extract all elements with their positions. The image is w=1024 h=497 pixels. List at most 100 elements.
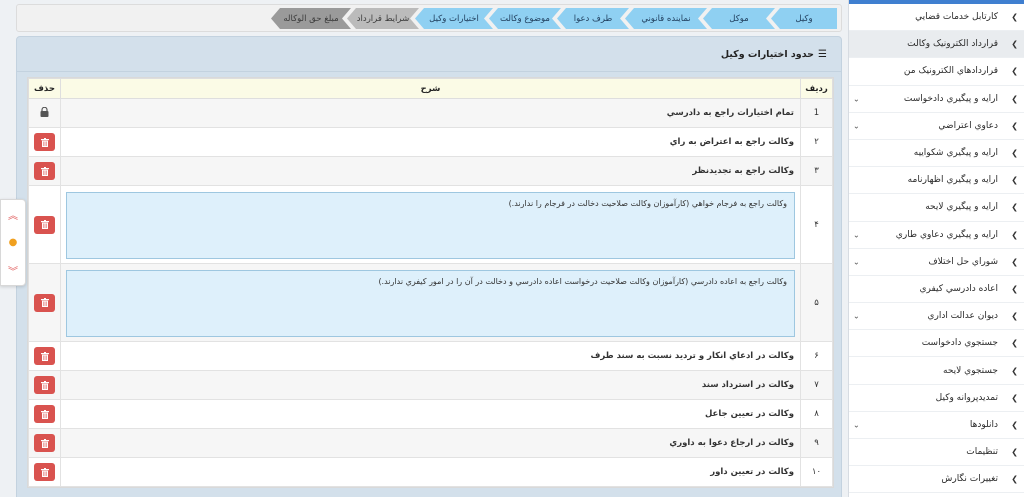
chevron-left-icon: ❮ bbox=[1011, 148, 1018, 158]
row-number: ۴ bbox=[800, 185, 833, 264]
sidebar-item[interactable]: جستجوي دادخواست ❮ bbox=[849, 330, 1024, 358]
sidebar-item[interactable]: ارايه و پيگيري دادخواست ❮ ⌄ bbox=[849, 86, 1024, 113]
scroll-up-icon[interactable]: ︽ bbox=[8, 207, 18, 222]
delete-button[interactable] bbox=[34, 133, 55, 151]
authority-description-textarea[interactable]: وکالت راجع به اعاده دادرسي (کارآموزان وک… bbox=[66, 269, 795, 337]
breadcrumb-step[interactable]: مبلغ حق الوکاله bbox=[271, 8, 351, 29]
table-row: ۸ وکالت در تعيين جاعل bbox=[28, 399, 833, 429]
table-row: ۵ وکالت راجع به اعاده دادرسي (کارآموزان و… bbox=[28, 263, 833, 342]
sidebar-item[interactable]: دعاوي اعتراضي ❮ ⌄ bbox=[849, 113, 1024, 140]
authority-description-textarea[interactable]: وکالت راجع به فرجام خواهي (کارآموزان وکا… bbox=[66, 191, 795, 259]
sidebar-item[interactable]: قرارداد الکترونيک وکالت ❮ bbox=[849, 31, 1024, 59]
chevron-left-icon: ❮ bbox=[1011, 230, 1018, 240]
breadcrumb-step-label: وکيل bbox=[795, 13, 813, 24]
sidebar-item[interactable]: شوراي حل اختلاف ❮ ⌄ bbox=[849, 249, 1024, 276]
sidebar-item[interactable]: ارايه و پيگيري دعاوي طاري ❮ ⌄ bbox=[849, 222, 1024, 249]
delete-button[interactable] bbox=[34, 347, 55, 365]
chevron-left-icon: ❮ bbox=[1011, 257, 1018, 267]
trash-icon bbox=[40, 380, 49, 390]
authority-panel: حدود اختيارات وکيل ☰ رديف شرح حذف 1 تمام … bbox=[16, 36, 842, 497]
trash-icon bbox=[40, 137, 49, 147]
breadcrumb-step-label: نماينده قانوني bbox=[641, 13, 691, 24]
authority-table: رديف شرح حذف 1 تمام اختيارات راجع به دادر… bbox=[27, 77, 834, 488]
sidebar-item[interactable]: دانلودها ❮ ⌄ bbox=[849, 412, 1024, 439]
row-description: وکالت در استرداد سند bbox=[60, 370, 801, 400]
chevron-left-icon: ❮ bbox=[1011, 474, 1018, 484]
row-action-cell bbox=[28, 457, 61, 487]
table-row: ۹ وکالت در ارجاع دعوا به داوري bbox=[28, 428, 833, 458]
sidebar-item[interactable]: تنظيمات ❮ bbox=[849, 439, 1024, 467]
trash-icon bbox=[40, 467, 49, 477]
scroll-down-icon[interactable]: ︾ bbox=[8, 263, 18, 278]
sidebar-item[interactable]: جستجوي لايحه ❮ bbox=[849, 357, 1024, 385]
delete-button[interactable] bbox=[34, 405, 55, 423]
breadcrumb-step[interactable]: طرف دعوا bbox=[557, 8, 629, 29]
row-description-cell: وکالت راجع به فرجام خواهي (کارآموزان وکا… bbox=[60, 185, 801, 264]
delete-button[interactable] bbox=[34, 434, 55, 452]
sidebar-item[interactable]: ارايه و پيگيري لايحه ❮ bbox=[849, 194, 1024, 222]
trash-icon bbox=[40, 166, 49, 176]
chevron-down-icon[interactable]: ⌄ bbox=[853, 230, 860, 239]
sidebar-item-label: ديوان عدالت اداري bbox=[927, 311, 998, 322]
chevron-left-icon: ❮ bbox=[1011, 12, 1018, 22]
sidebar-item[interactable]: تغييرات نگارش ❮ bbox=[849, 466, 1024, 494]
delete-button[interactable] bbox=[34, 376, 55, 394]
sidebar-item-label: جستجوي دادخواست bbox=[921, 338, 998, 349]
table-row: ۷ وکالت در استرداد سند bbox=[28, 370, 833, 400]
sidebar-item[interactable]: ارايه و پيگيري شکواييه ❮ bbox=[849, 140, 1024, 168]
delete-button[interactable] bbox=[34, 162, 55, 180]
row-action-cell bbox=[28, 399, 61, 429]
breadcrumb-step[interactable]: نماينده قانوني bbox=[625, 8, 707, 29]
panel-header: حدود اختيارات وکيل ☰ bbox=[17, 37, 841, 72]
chevron-down-icon[interactable]: ⌄ bbox=[853, 121, 860, 130]
sidebar-item-label: جستجوي لايحه bbox=[943, 365, 998, 376]
row-description: تمام اختيارات راجع به دادرسي bbox=[60, 98, 801, 128]
breadcrumb-step-label: اختيارات وکيل bbox=[429, 13, 479, 24]
sidebar-item[interactable]: ارايه و پيگيري اظهارنامه ❮ bbox=[849, 167, 1024, 195]
floating-toolbar: ︽ ● ︾ bbox=[0, 199, 26, 286]
sidebar-item[interactable]: کارتابل خدمات قضايي ❮ bbox=[849, 4, 1024, 32]
chevron-left-icon: ❮ bbox=[1011, 94, 1018, 104]
chevron-down-icon[interactable]: ⌄ bbox=[853, 420, 860, 429]
row-number: ۹ bbox=[800, 428, 833, 458]
row-number: 1 bbox=[800, 98, 833, 128]
chevron-left-icon: ❮ bbox=[1011, 175, 1018, 185]
breadcrumb-step[interactable]: وکيل bbox=[771, 8, 837, 29]
sidebar-item-label: تغييرات نگارش bbox=[941, 474, 998, 485]
breadcrumb-step[interactable]: اختيارات وکيل bbox=[415, 8, 493, 29]
breadcrumb-step[interactable]: شرايط قرارداد bbox=[347, 8, 419, 29]
sidebar-item-label: دعاوي اعتراضي bbox=[938, 120, 998, 131]
delete-button[interactable] bbox=[34, 215, 55, 234]
lock-icon bbox=[40, 106, 49, 117]
chevron-down-icon[interactable]: ⌄ bbox=[853, 312, 860, 321]
breadcrumb-step-label: مبلغ حق الوکاله bbox=[283, 13, 339, 24]
drop-icon[interactable]: ● bbox=[9, 237, 18, 248]
sidebar-item-label: تنظيمات bbox=[966, 447, 998, 458]
sidebar-item[interactable]: اعاده دادرسي کيفري ❮ bbox=[849, 276, 1024, 304]
sidebar-item-label: ارايه و پيگيري شکواييه bbox=[913, 148, 998, 159]
row-number: ۵ bbox=[800, 263, 833, 342]
sidebar-item[interactable]: ديوان عدالت اداري ❮ ⌄ bbox=[849, 303, 1024, 331]
breadcrumb-step[interactable]: موکل bbox=[703, 8, 775, 29]
chevron-left-icon: ❮ bbox=[1011, 121, 1018, 131]
delete-button[interactable] bbox=[34, 293, 55, 312]
table-row: ۴ وکالت راجع به فرجام خواهي (کارآموزان وک… bbox=[28, 185, 833, 264]
row-description: وکالت راجع به تجديدنظر bbox=[60, 156, 801, 186]
chevron-left-icon: ❮ bbox=[1011, 39, 1018, 49]
header-description: شرح bbox=[60, 78, 801, 99]
chevron-left-icon: ❮ bbox=[1011, 202, 1018, 212]
row-action-cell bbox=[28, 185, 61, 264]
row-description: وکالت در ادعاي انکار و ترديد نسبت به سند… bbox=[60, 341, 801, 371]
sidebar-item[interactable]: تمديدپروانه وکيل ❮ bbox=[849, 385, 1024, 412]
trash-icon bbox=[40, 298, 49, 307]
chevron-down-icon[interactable]: ⌄ bbox=[853, 94, 860, 103]
row-description: وکالت راجع به اعتراض به راي bbox=[60, 127, 801, 157]
sidebar-item-label: دانلودها bbox=[969, 419, 998, 430]
chevron-left-icon: ❮ bbox=[1011, 284, 1018, 294]
trash-icon bbox=[40, 220, 49, 229]
header-row-number: رديف bbox=[800, 78, 833, 99]
breadcrumb-step[interactable]: موضوع وکالت bbox=[489, 8, 561, 29]
chevron-down-icon[interactable]: ⌄ bbox=[853, 257, 860, 266]
sidebar-item[interactable]: قراردادهاي الکترونيک من ❮ bbox=[849, 58, 1024, 86]
delete-button[interactable] bbox=[34, 463, 55, 481]
